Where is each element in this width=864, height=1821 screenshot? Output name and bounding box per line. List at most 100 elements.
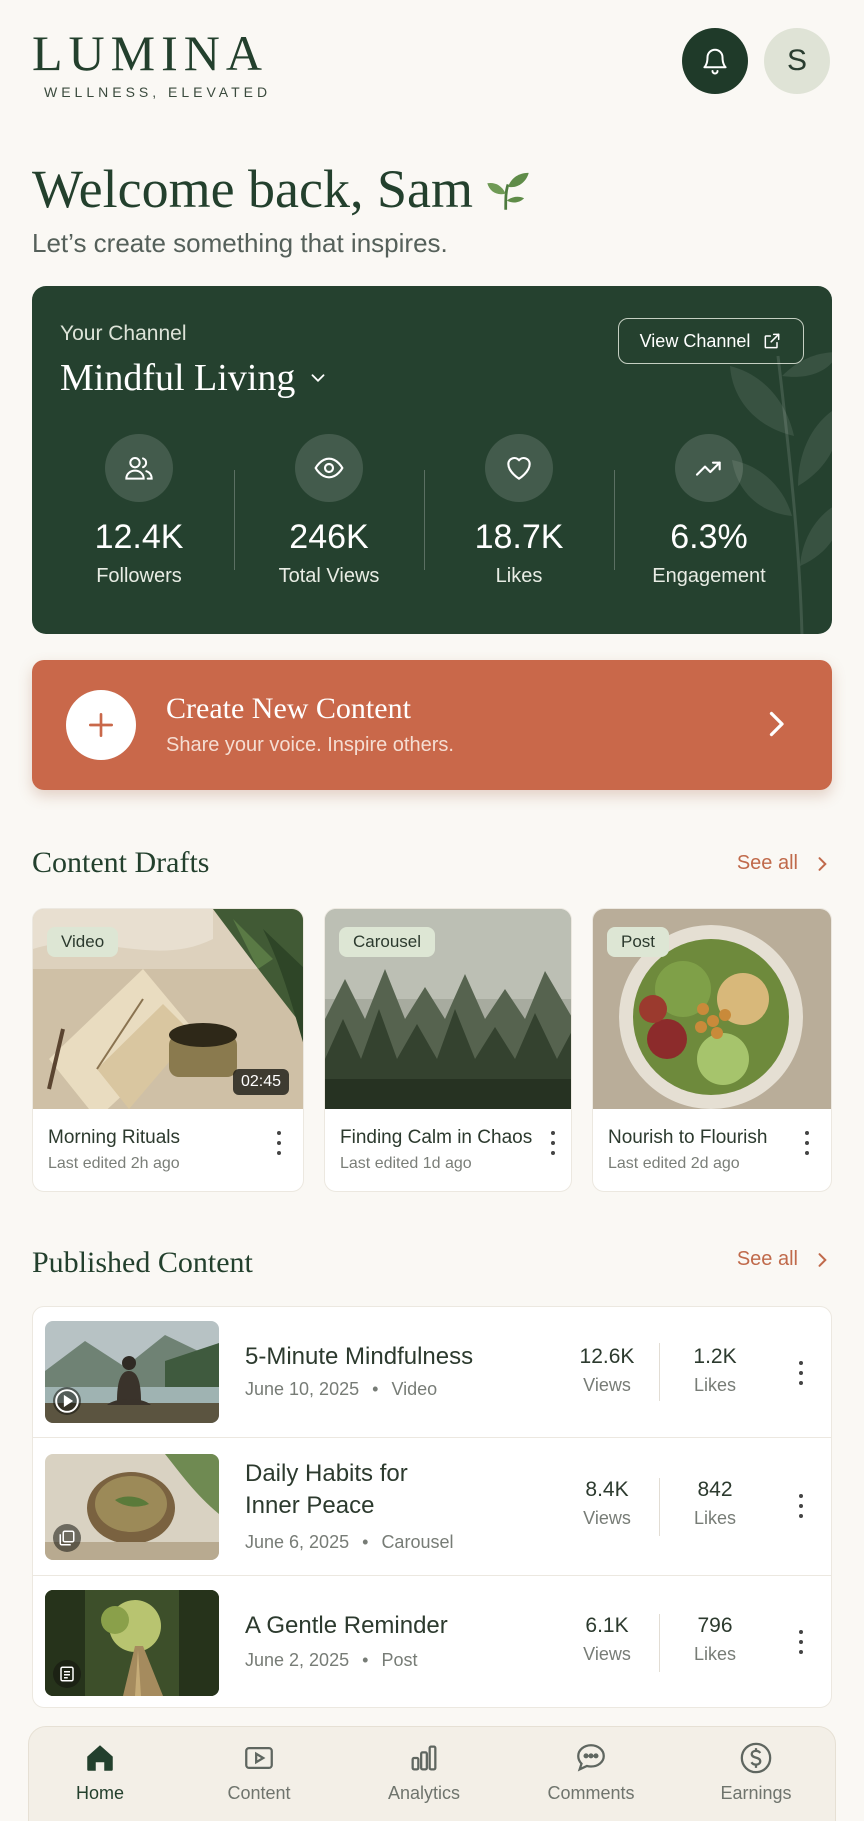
draft-thumbnail: Video 02:45 (33, 909, 303, 1109)
published-likes: 1.2K Likes (675, 1345, 755, 1396)
nav-label: Home (75, 1783, 124, 1803)
chevron-right-icon (769, 711, 784, 737)
draft-card[interactable]: Carousel Finding Calm in Chaos Last edit… (324, 908, 572, 1192)
nav-earnings[interactable]: Earnings (696, 1741, 816, 1804)
stat-divider (614, 470, 615, 570)
stat-divider (659, 1614, 660, 1672)
stat-value: 246K (289, 518, 369, 556)
likes-value: 796 (697, 1614, 733, 1637)
published-date: June 2, 2025 (245, 1650, 350, 1670)
published-item[interactable]: Daily Habits for Inner Peace June 6, 202… (33, 1437, 831, 1575)
see-all-label: See all (736, 1248, 798, 1270)
published-meta: June 6, 2025 • Carousel (245, 1532, 454, 1552)
published-views: 6.1K Views (567, 1614, 647, 1665)
stat-label: Likes (495, 565, 543, 587)
nav-analytics[interactable]: Analytics (364, 1741, 484, 1804)
stat-engagement[interactable]: 6.3% Engagement (614, 434, 804, 588)
bar-chart-icon (411, 1745, 437, 1771)
published-list: 5-Minute Mindfulness June 10, 2025 • Vid… (32, 1306, 832, 1708)
tagline: Let’s create something that inspires. (32, 228, 448, 258)
sprout-icon (487, 172, 529, 210)
published-likes: 842 Likes (675, 1478, 755, 1529)
trending-up-icon (695, 461, 721, 476)
more-options-icon[interactable] (797, 1630, 805, 1654)
view-channel-button[interactable]: View Channel (618, 318, 804, 364)
channel-card: Your Channel Mindful Living View Channel… (32, 286, 832, 634)
notifications-button[interactable] (682, 28, 748, 94)
views-label: Views (583, 1644, 631, 1664)
nav-content[interactable]: Content (199, 1741, 319, 1804)
published-views: 8.4K Views (567, 1478, 647, 1529)
nav-home[interactable]: Home (40, 1741, 160, 1804)
stat-divider (424, 470, 425, 570)
published-title: Daily Habits for Inner Peace (245, 1460, 408, 1519)
nav-label: Earnings (720, 1783, 792, 1803)
more-options-icon[interactable] (797, 1494, 805, 1518)
published-likes: 796 Likes (675, 1614, 755, 1665)
app-header: LUMINA WELLNESS, ELEVATED S (32, 28, 832, 108)
stat-divider (659, 1343, 660, 1401)
more-options-icon[interactable] (797, 1361, 805, 1385)
eye-icon (314, 457, 344, 479)
published-see-all-link[interactable]: See all (737, 1248, 832, 1271)
post-type-badge (53, 1660, 81, 1688)
avatar[interactable]: S (764, 28, 830, 94)
likes-label: Likes (693, 1644, 737, 1664)
channel-label: Your Channel (60, 322, 187, 345)
nav-label: Analytics (387, 1783, 461, 1803)
page-title: Welcome back, Sam (32, 158, 531, 220)
published-thumbnail (45, 1590, 219, 1696)
more-options-icon[interactable] (275, 1131, 283, 1155)
view-channel-label: View Channel (639, 330, 751, 351)
plus-circle (66, 690, 136, 760)
dollar-icon (740, 1742, 772, 1774)
draft-title: Nourish to Flourish (608, 1127, 768, 1148)
chevron-down-icon (311, 374, 325, 383)
draft-type-badge: Carousel (339, 927, 436, 957)
channel-name: Mindful Living (60, 357, 296, 399)
stat-likes[interactable]: 18.7K Likes (424, 434, 614, 588)
draft-card[interactable]: Post Nourish to Flourish Last edited 2d … (592, 908, 832, 1192)
stat-value: 12.4K (94, 518, 184, 556)
published-meta: June 2, 2025 • Post (245, 1650, 418, 1670)
stat-total-views[interactable]: 246K Total Views (234, 434, 424, 588)
likes-label: Likes (693, 1508, 737, 1528)
chevron-right-icon (818, 1252, 827, 1267)
more-options-icon[interactable] (549, 1131, 557, 1155)
channel-selector[interactable]: Mindful Living (60, 356, 329, 400)
stat-label: Followers (96, 565, 182, 587)
published-thumbnail (45, 1454, 219, 1560)
views-label: Views (583, 1375, 631, 1395)
published-item[interactable]: 5-Minute Mindfulness June 10, 2025 • Vid… (33, 1307, 831, 1437)
published-date: June 10, 2025 (245, 1379, 360, 1399)
create-subtitle: Share your voice. Inspire others. (166, 734, 454, 756)
views-value: 8.4K (585, 1478, 629, 1501)
stat-followers[interactable]: 12.4K Followers (44, 434, 234, 588)
published-type: Carousel (381, 1532, 454, 1552)
post-icon (60, 1666, 74, 1682)
draft-thumbnail: Carousel (325, 909, 571, 1109)
published-meta: June 10, 2025 • Video (245, 1379, 438, 1399)
create-content-button[interactable]: Create New Content Share your voice. Ins… (32, 660, 832, 790)
likes-value: 842 (697, 1478, 733, 1501)
channel-stats: 12.4K Followers 246K Total Views 18.7K L… (32, 434, 832, 588)
welcome-heading: Welcome back, Sam (32, 159, 473, 219)
published-date: June 6, 2025 (245, 1532, 350, 1552)
nav-comments[interactable]: Comments (531, 1741, 651, 1804)
bottom-navigation: Home Content Analytics Comments Earnings (28, 1726, 836, 1821)
draft-card[interactable]: Video 02:45 Morning Rituals Last edited … (32, 908, 304, 1192)
chevron-right-icon (818, 856, 827, 871)
stat-label: Engagement (652, 565, 766, 587)
views-value: 6.1K (585, 1614, 629, 1637)
published-heading: Published Content (32, 1246, 253, 1279)
stat-value: 18.7K (474, 518, 564, 556)
followers-icon (125, 457, 153, 480)
drafts-see-all-link[interactable]: See all (737, 852, 832, 875)
published-thumbnail (45, 1321, 219, 1423)
views-label: Views (583, 1508, 631, 1528)
published-item[interactable]: A Gentle Reminder June 2, 2025 • Post 6.… (33, 1575, 831, 1707)
more-options-icon[interactable] (803, 1131, 811, 1155)
nav-label: Comments (547, 1783, 635, 1803)
plus-icon (89, 713, 113, 737)
video-duration: 02:45 (232, 1069, 289, 1095)
